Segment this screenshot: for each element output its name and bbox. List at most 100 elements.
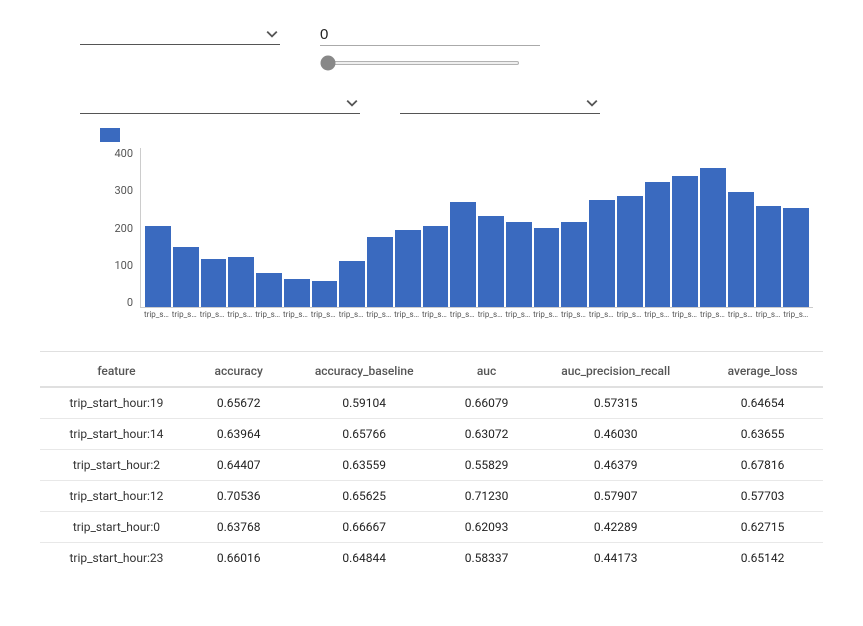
x-label-19: trip_s... [672,310,698,319]
bar-col-6 [312,148,338,307]
bar-5[interactable] [284,279,310,307]
table-cell-r0-c4: 0.57315 [529,387,702,419]
bars-wrapper [140,148,813,308]
bar-11[interactable] [450,202,476,307]
x-label-23: trip_s... [783,310,809,319]
bar-16[interactable] [589,200,615,307]
bar-14[interactable] [534,228,560,308]
bar-4[interactable] [256,273,282,307]
col-header-auc: auc [444,356,529,387]
x-label-22: trip_s... [756,310,782,319]
bar-20[interactable] [700,168,726,307]
chart-area: 0 100 200 300 400 trip_s...trip_s...trip… [100,148,813,333]
bar-col-3 [228,148,254,307]
show-dropdown[interactable] [80,93,360,114]
x-label-4: trip_s... [255,310,281,319]
x-label-15: trip_s... [561,310,587,319]
bar-18[interactable] [645,182,671,307]
sortby-group [400,87,600,114]
bar-21[interactable] [728,192,754,307]
table-divider [40,351,823,352]
table-cell-r4-c0: trip_start_hour:0 [40,512,193,543]
bar-3[interactable] [228,257,254,307]
bar-13[interactable] [506,222,532,307]
second-row-controls [0,79,863,120]
bar-9[interactable] [395,230,421,308]
bar-col-23 [783,148,809,307]
threshold-input[interactable] [320,24,540,46]
table-cell-r0-c3: 0.66079 [444,387,529,419]
x-label-3: trip_s... [227,310,253,319]
col-header-accuracy: accuracy [193,356,285,387]
table-cell-r1-c2: 0.65766 [285,419,444,450]
bar-7[interactable] [339,261,365,307]
bar-1[interactable] [173,247,199,307]
bar-col-16 [589,148,615,307]
x-label-0: trip_s... [144,310,170,319]
bar-19[interactable] [672,176,698,307]
threshold-slider[interactable] [320,61,520,65]
threshold-group [320,18,540,69]
table-cell-r1-c5: 0.63655 [702,419,823,450]
table-cell-r3-c3: 0.71230 [444,481,529,512]
bar-col-19 [672,148,698,307]
y-axis: 0 100 200 300 400 [100,148,138,308]
bar-17[interactable] [617,196,643,307]
x-label-10: trip_s... [422,310,448,319]
sortby-dropdown[interactable] [400,93,600,114]
table-cell-r4-c4: 0.42289 [529,512,702,543]
bar-col-12 [478,148,504,307]
show-dropdown-arrow [346,97,358,109]
bar-22[interactable] [756,206,782,307]
table-cell-r1-c4: 0.46030 [529,419,702,450]
table-row: trip_start_hour:230.660160.648440.583370… [40,543,823,574]
table-cell-r2-c1: 0.64407 [193,450,285,481]
bar-10[interactable] [423,226,449,307]
y-label-100: 100 [114,260,133,271]
x-label-17: trip_s... [617,310,643,319]
x-label-20: trip_s... [700,310,726,319]
x-label-13: trip_s... [505,310,531,319]
bar-col-11 [450,148,476,307]
data-table: featureaccuracyaccuracy_baselineaucauc_p… [40,356,823,573]
table-cell-r0-c0: trip_start_hour:19 [40,387,193,419]
bar-0[interactable] [145,226,171,307]
table-section: featureaccuracyaccuracy_baselineaucauc_p… [0,337,863,583]
bar-23[interactable] [783,208,809,307]
bar-col-5 [284,148,310,307]
bar-12[interactable] [478,216,504,307]
bar-6[interactable] [312,281,338,307]
table-cell-r5-c5: 0.65142 [702,543,823,574]
table-cell-r5-c3: 0.58337 [444,543,529,574]
table-cell-r3-c2: 0.65625 [285,481,444,512]
col-header-average_loss: average_loss [702,356,823,387]
x-label-12: trip_s... [478,310,504,319]
bar-col-9 [395,148,421,307]
show-group [80,87,360,114]
bar-8[interactable] [367,237,393,307]
bar-col-22 [756,148,782,307]
table-cell-r5-c0: trip_start_hour:23 [40,543,193,574]
table-row: trip_start_hour:120.705360.656250.712300… [40,481,823,512]
slider-container [320,50,540,69]
table-cell-r4-c1: 0.63768 [193,512,285,543]
sortby-dropdown-arrow [586,97,598,109]
table-cell-r3-c5: 0.57703 [702,481,823,512]
bar-col-10 [423,148,449,307]
table-row: trip_start_hour:20.644070.635590.558290.… [40,450,823,481]
x-label-16: trip_s... [589,310,615,319]
table-cell-r3-c0: trip_start_hour:12 [40,481,193,512]
table-row: trip_start_hour:140.639640.657660.630720… [40,419,823,450]
bar-col-13 [506,148,532,307]
y-label-0: 0 [127,297,133,308]
x-label-18: trip_s... [644,310,670,319]
visualization-dropdown[interactable] [80,24,280,45]
table-cell-r2-c4: 0.46379 [529,450,702,481]
bar-col-17 [617,148,643,307]
bar-col-20 [700,148,726,307]
bar-15[interactable] [561,222,587,307]
x-label-14: trip_s... [533,310,559,319]
y-label-300: 300 [114,185,133,196]
table-cell-r2-c0: trip_start_hour:2 [40,450,193,481]
bar-2[interactable] [201,259,227,307]
